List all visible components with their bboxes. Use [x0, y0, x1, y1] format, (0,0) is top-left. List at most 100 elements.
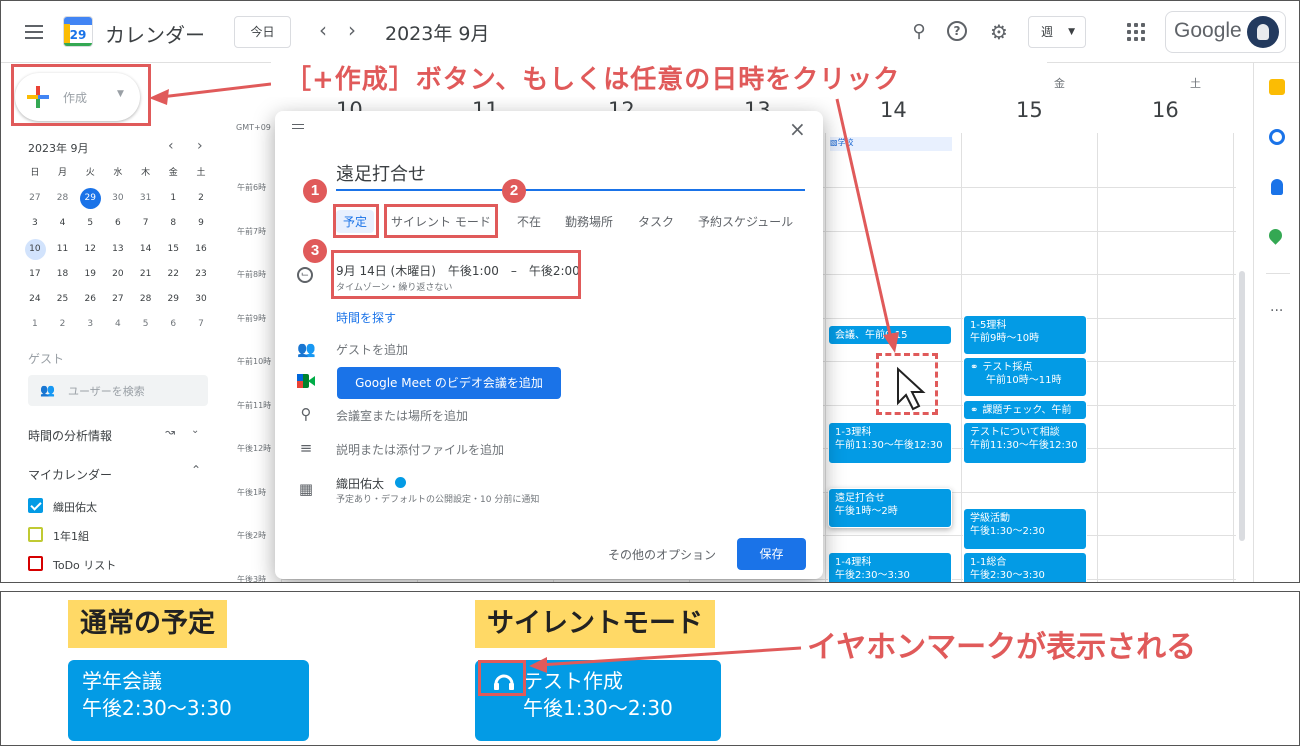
add-description-field[interactable]: 説明または添付ファイルを追加 — [336, 441, 504, 458]
event-class-activity[interactable]: 学級活動 午後1:30～2:30 — [963, 508, 1087, 550]
mini-day[interactable]: 22 — [159, 262, 187, 287]
event-test-grading[interactable]: ⚭ テスト採点 午前10時～11時 — [963, 357, 1087, 397]
calendar-owner-details[interactable]: 予定あり・デフォルトの公開設定・10 分前に通知 — [336, 492, 539, 505]
calendar-checkbox[interactable] — [28, 498, 43, 513]
mini-day[interactable]: 16 — [187, 237, 215, 262]
calendar-name[interactable]: ToDo リスト — [53, 557, 116, 573]
mini-day[interactable]: 2 — [49, 312, 77, 337]
prev-week-icon[interactable]: ‹ — [319, 18, 327, 42]
mini-day[interactable]: 31 — [132, 186, 160, 211]
insights-icon[interactable]: ↝ — [165, 425, 175, 439]
mini-day[interactable]: 4 — [104, 312, 132, 337]
day-date[interactable]: 15 — [1016, 98, 1043, 122]
mini-day[interactable]: 3 — [21, 211, 49, 236]
tab-appointment-schedule[interactable]: 予約スケジュール — [698, 213, 793, 230]
mini-day[interactable]: 10 — [21, 237, 49, 262]
mini-day[interactable]: 13 — [104, 237, 132, 262]
event-title-input[interactable]: 遠足打合せ — [336, 161, 805, 191]
day-date[interactable]: 16 — [1152, 98, 1179, 122]
mini-day[interactable]: 1 — [21, 312, 49, 337]
more-options-button[interactable]: その他のオプション — [608, 546, 716, 563]
mini-day[interactable]: 19 — [76, 262, 104, 287]
mini-prev-icon[interactable]: ‹ — [168, 138, 174, 154]
mini-day[interactable]: 3 — [76, 312, 104, 337]
today-button[interactable]: 今日 — [234, 16, 291, 48]
add-guests-field[interactable]: ゲストを追加 — [336, 341, 408, 358]
mini-day[interactable]: 24 — [21, 287, 49, 312]
add-location-field[interactable]: 会議室または場所を追加 — [336, 407, 468, 424]
chevron-down-icon[interactable]: ⌄ — [191, 425, 199, 436]
grid-scrollbar[interactable] — [1239, 271, 1245, 541]
my-calendars-heading[interactable]: マイカレンダー — [28, 466, 112, 483]
mini-day[interactable]: 15 — [159, 237, 187, 262]
mini-day[interactable]: 28 — [132, 287, 160, 312]
mini-day[interactable]: 12 — [76, 237, 104, 262]
mini-day[interactable]: 11 — [49, 237, 77, 262]
calendar-checkbox[interactable] — [28, 556, 43, 571]
main-menu-icon[interactable] — [25, 25, 43, 39]
chevron-up-icon[interactable]: ⌃ — [191, 463, 201, 477]
event-assignment-check[interactable]: ⚭ 課題チェック、午前 — [963, 400, 1087, 420]
allday-event[interactable]: ▧学校 — [830, 137, 952, 151]
mini-day[interactable]: 17 — [21, 262, 49, 287]
mini-day[interactable]: 2 — [187, 186, 215, 211]
tab-task[interactable]: タスク — [638, 213, 674, 230]
mini-day[interactable]: 27 — [104, 287, 132, 312]
analytics-heading[interactable]: 時間の分析情報 — [28, 427, 112, 444]
search-icon[interactable]: ⚲ — [908, 21, 930, 43]
event-excursion[interactable]: 遠足打合せ 午後1時～2時 — [828, 488, 952, 528]
more-icon[interactable]: ··· — [1270, 303, 1283, 319]
mini-day[interactable]: 9 — [187, 211, 215, 236]
event-1-4-science[interactable]: 1-4理科 午後2:30～3:30 — [828, 552, 952, 582]
mini-day[interactable]: 7 — [132, 211, 160, 236]
event-1-3-science[interactable]: 1-3理科 午前11:30～午後12:30 — [828, 422, 952, 464]
account-box[interactable]: Google — [1165, 11, 1286, 53]
next-week-icon[interactable]: › — [348, 18, 356, 42]
mini-day[interactable]: 5 — [76, 211, 104, 236]
add-meet-button[interactable]: Google Meet のビデオ会議を追加 — [337, 367, 561, 399]
apps-grid-icon[interactable] — [1127, 23, 1145, 41]
mini-day[interactable]: 23 — [187, 262, 215, 287]
day-date[interactable]: 14 — [880, 98, 907, 122]
mini-day[interactable]: 29 — [76, 186, 104, 211]
mini-day[interactable]: 8 — [159, 211, 187, 236]
calendar-name[interactable]: 織田佑太 — [53, 499, 97, 515]
mini-day[interactable]: 14 — [132, 237, 160, 262]
mini-day[interactable]: 25 — [49, 287, 77, 312]
mini-next-icon[interactable]: › — [197, 138, 203, 154]
mini-day[interactable]: 6 — [159, 312, 187, 337]
mini-day[interactable]: 20 — [104, 262, 132, 287]
maps-icon[interactable] — [1266, 226, 1285, 245]
mini-day[interactable]: 28 — [49, 186, 77, 211]
mini-day[interactable]: 1 — [159, 186, 187, 211]
tab-working-location[interactable]: 勤務場所 — [565, 213, 613, 230]
calendar-name[interactable]: 1年1組 — [53, 528, 89, 544]
guest-search-input[interactable]: 👥 ユーザーを検索 — [28, 375, 208, 406]
mini-day[interactable]: 26 — [76, 287, 104, 312]
close-icon[interactable]: × — [789, 117, 806, 141]
calendar-checkbox[interactable] — [28, 527, 43, 542]
tasks-icon[interactable] — [1269, 129, 1285, 145]
event-test-consult[interactable]: テストについて相談 午前11:30～午後12:30 — [963, 422, 1087, 464]
view-select[interactable]: 週 ▼ — [1028, 16, 1086, 48]
mini-day[interactable]: 27 — [21, 186, 49, 211]
event-1-1-general[interactable]: 1-1総合 午後2:30～3:30 — [963, 552, 1087, 582]
mini-day[interactable]: 18 — [49, 262, 77, 287]
mini-day[interactable]: 4 — [49, 211, 77, 236]
avatar[interactable] — [1247, 16, 1279, 48]
gear-icon[interactable]: ⚙ — [988, 21, 1010, 43]
event-meeting[interactable]: 会議、午前9:15 — [828, 325, 952, 345]
event-1-5-science[interactable]: 1-5理科 午前9時～10時 — [963, 315, 1087, 355]
mini-day[interactable]: 7 — [187, 312, 215, 337]
calendar-owner[interactable]: 織田佑太 — [336, 475, 384, 492]
mini-day[interactable]: 21 — [132, 262, 160, 287]
tab-out-of-office[interactable]: 不在 — [517, 213, 541, 230]
mini-day[interactable]: 6 — [104, 211, 132, 236]
save-button[interactable]: 保存 — [737, 538, 806, 570]
mini-day[interactable]: 5 — [132, 312, 160, 337]
keep-icon[interactable] — [1269, 79, 1285, 95]
drag-handle-icon[interactable] — [292, 124, 304, 129]
mini-day[interactable]: 30 — [187, 287, 215, 312]
mini-day[interactable]: 30 — [104, 186, 132, 211]
help-icon[interactable]: ? — [947, 21, 967, 41]
